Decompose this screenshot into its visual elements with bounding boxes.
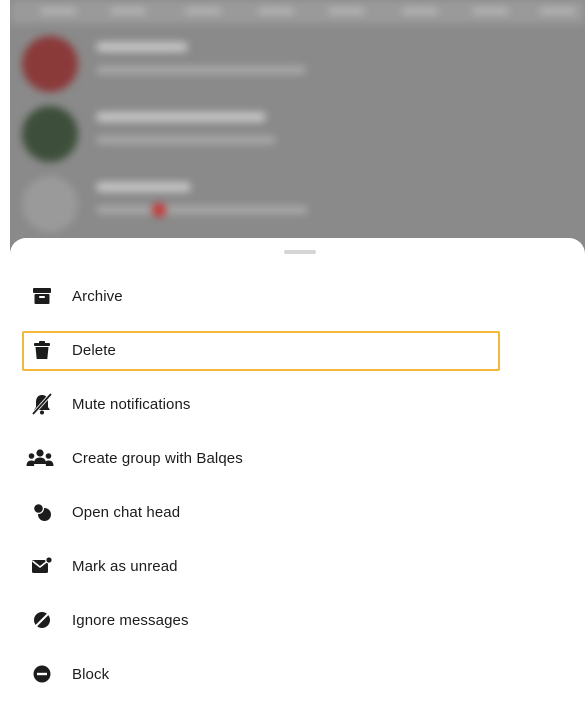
block-icon xyxy=(30,662,54,686)
menu-item-mute-notifications[interactable]: Mute notifications xyxy=(22,384,492,424)
background-conversation-row xyxy=(10,98,585,168)
menu-item-mark-as-unread[interactable]: Mark as unread xyxy=(22,546,492,586)
menu-item-create-group[interactable]: Create group with Balqes xyxy=(22,438,492,478)
menu-item-label: Mute notifications xyxy=(72,395,191,413)
ignore-icon xyxy=(30,608,54,632)
menu-item-label: Open chat head xyxy=(72,503,181,521)
avatar xyxy=(22,106,78,162)
bell-off-icon xyxy=(30,392,54,416)
avatar xyxy=(22,36,78,92)
menu-item-label: Archive xyxy=(72,287,123,305)
archive-icon xyxy=(30,284,54,308)
heart-reaction-icon xyxy=(152,203,166,217)
group-icon xyxy=(26,446,54,470)
menu-item-block[interactable]: Block xyxy=(22,654,492,694)
background-chat-list xyxy=(10,0,585,260)
background-conversation-row xyxy=(10,168,585,238)
background-blur-layer xyxy=(10,0,585,260)
sheet-drag-handle[interactable] xyxy=(284,250,316,254)
menu-item-label: Create group with Balqes xyxy=(72,449,243,467)
menu-item-open-chat-head[interactable]: Open chat head xyxy=(22,492,492,532)
menu-item-ignore-messages[interactable]: Ignore messages xyxy=(22,600,492,640)
background-tab-bar xyxy=(10,0,585,24)
menu-item-label: Ignore messages xyxy=(72,611,189,629)
menu-item-archive[interactable]: Archive xyxy=(22,276,492,316)
menu-item-label: Delete xyxy=(72,341,116,359)
menu-item-delete[interactable]: Delete xyxy=(22,330,492,370)
avatar xyxy=(22,176,78,232)
menu-item-label: Block xyxy=(72,665,110,683)
trash-icon xyxy=(30,338,54,362)
mark-unread-icon xyxy=(30,554,54,578)
chat-head-icon xyxy=(30,500,54,524)
background-conversation-row xyxy=(10,28,585,98)
screen: Archive Delete Mute notifications Create… xyxy=(0,0,585,711)
conversation-actions-sheet: Archive Delete Mute notifications Create… xyxy=(10,238,585,711)
menu-item-label: Mark as unread xyxy=(72,557,178,575)
